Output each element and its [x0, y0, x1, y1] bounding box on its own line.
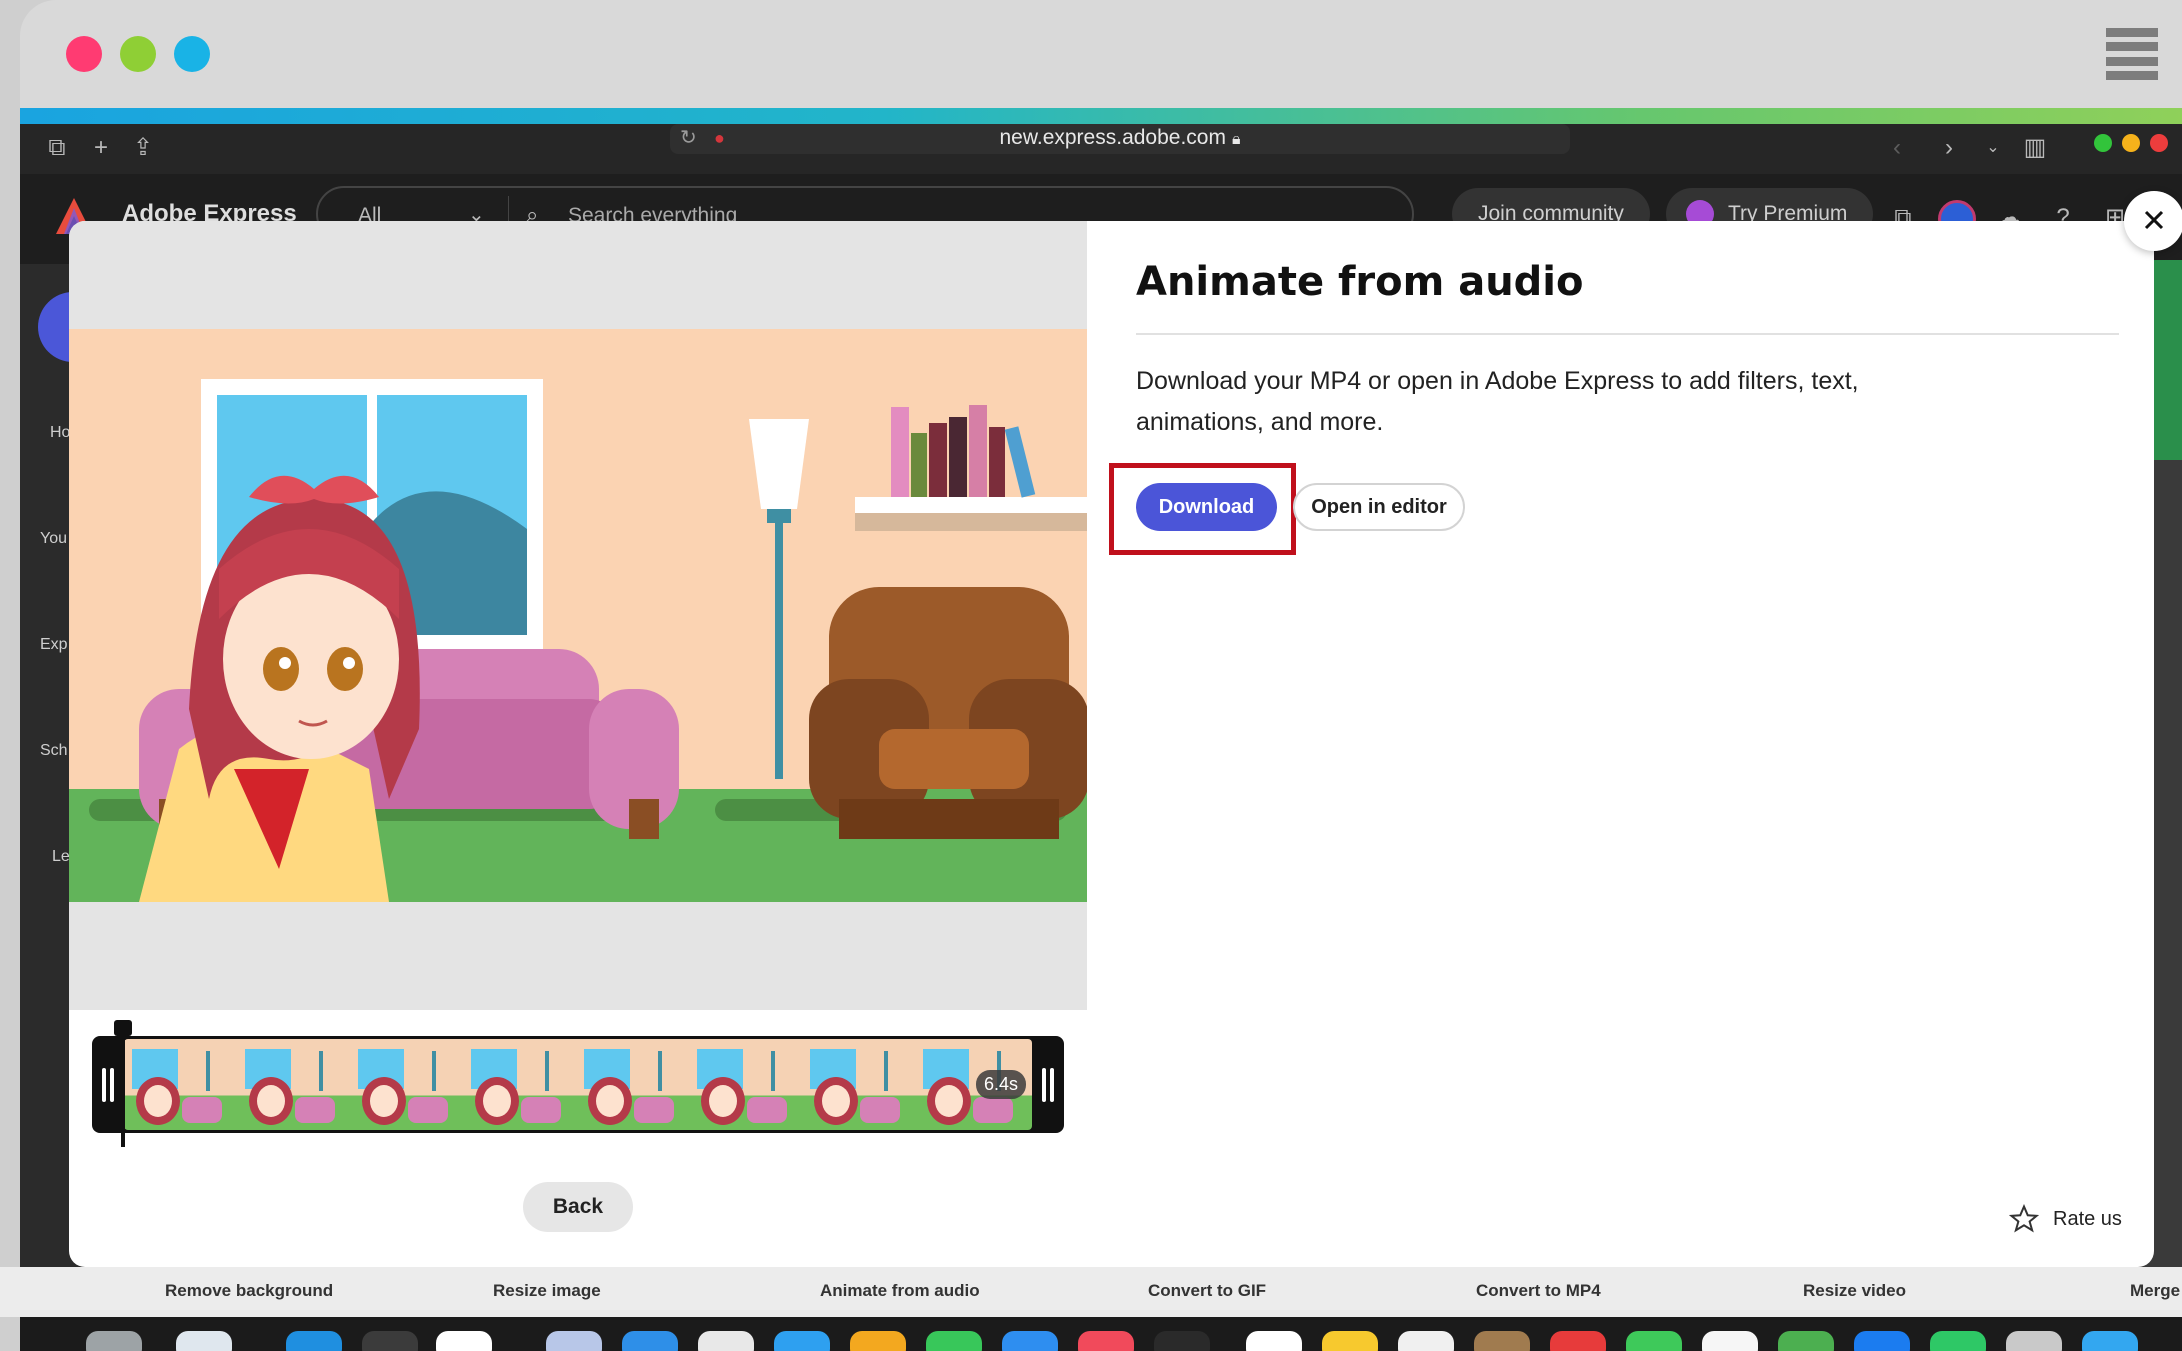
telegram-icon[interactable] — [2082, 1331, 2138, 1351]
close-modal-button[interactable] — [2124, 191, 2182, 251]
star-icon — [2009, 1204, 2039, 1233]
quick-actions-bar: Remove background Resize image Animate f… — [0, 1267, 2182, 1317]
quick-tool-merge[interactable]: Merge — [2130, 1281, 2180, 1301]
mic-icon[interactable]: ● — [714, 124, 725, 152]
preview-app-icon[interactable] — [176, 1331, 232, 1351]
animate-audio-modal: 6.4s Back Animate from audio Download yo… — [69, 221, 2154, 1267]
forward-nav-icon[interactable]: › — [1934, 134, 1964, 162]
rail-schedule[interactable]: Sch — [40, 742, 68, 760]
whatsapp-icon[interactable] — [1930, 1331, 1986, 1351]
video-timeline[interactable]: 6.4s — [92, 1020, 1064, 1147]
launchpad-icon[interactable] — [362, 1331, 418, 1351]
chrome-icon[interactable] — [436, 1331, 492, 1351]
address-bar[interactable]: ↻ ● new.express.adobe.com 🔒︎ — [670, 124, 1570, 154]
rate-us-button[interactable]: Rate us — [2009, 1204, 2122, 1234]
menu-icon[interactable] — [2106, 28, 2158, 80]
contacts-icon[interactable] — [1398, 1331, 1454, 1351]
modal-description: Download your MP4 or open in Adobe Expre… — [1136, 367, 1859, 436]
video-preview — [69, 221, 1087, 1010]
photos-icon[interactable] — [1702, 1331, 1758, 1351]
calendar-icon[interactable] — [1550, 1331, 1606, 1351]
playhead-knob[interactable] — [114, 1020, 132, 1036]
background-panel-accent — [2154, 260, 2182, 460]
quick-tool-convert-mp4[interactable]: Convert to MP4 — [1476, 1281, 1601, 1301]
rail-home[interactable]: Ho — [50, 424, 70, 442]
sidebar-toggle-icon[interactable]: ▥ — [2020, 134, 2050, 162]
timeline-frames — [124, 1039, 1032, 1130]
trim-end-handle[interactable] — [1032, 1036, 1064, 1133]
quick-tool-convert-gif[interactable]: Convert to GIF — [1148, 1281, 1266, 1301]
stickies-icon[interactable] — [1322, 1331, 1378, 1351]
download-button[interactable]: Download — [1136, 483, 1277, 531]
numbers-icon[interactable] — [926, 1331, 982, 1351]
zoom-window-dot[interactable] — [174, 36, 210, 72]
new-tab-icon[interactable]: + — [86, 134, 116, 162]
quick-tool-animate-audio[interactable]: Animate from audio — [820, 1281, 980, 1301]
minimize-window-dot[interactable] — [120, 36, 156, 72]
rail-learn[interactable]: Le — [52, 848, 70, 866]
trim-start-handle[interactable] — [92, 1036, 124, 1133]
rail-your-stuff[interactable]: You — [40, 530, 67, 548]
duration-badge: 6.4s — [975, 1070, 1026, 1099]
quick-tool-resize-video[interactable]: Resize video — [1803, 1281, 1906, 1301]
photos-app-icon[interactable] — [850, 1331, 906, 1351]
keynote-icon[interactable] — [1002, 1331, 1058, 1351]
history-chevron-icon[interactable]: ⌄ — [1978, 134, 2008, 162]
timeline-thumbnails-image — [132, 1049, 1013, 1125]
zoom-icon[interactable] — [1854, 1331, 1910, 1351]
animated-scene-image — [69, 329, 1087, 902]
quick-tool-resize-image[interactable]: Resize image — [493, 1281, 601, 1301]
modal-title: Animate from audio — [1136, 259, 1584, 305]
macos-dock — [20, 1317, 2182, 1351]
close-window-dot[interactable] — [66, 36, 102, 72]
quick-tool-remove-background[interactable]: Remove background — [165, 1281, 333, 1301]
mini-window-dots — [2094, 134, 2168, 152]
back-nav-icon[interactable]: ‹ — [1882, 134, 1912, 162]
reload-icon[interactable]: ↻ — [680, 124, 697, 152]
app-store-icon[interactable] — [286, 1331, 342, 1351]
share-icon[interactable]: ⇪ — [128, 134, 158, 162]
messages-icon[interactable] — [1626, 1331, 1682, 1351]
notes-icon[interactable] — [1246, 1331, 1302, 1351]
music-icon[interactable] — [1078, 1331, 1134, 1351]
window-controls — [66, 36, 210, 72]
url-text: new.express.adobe.com — [999, 126, 1226, 149]
books-icon[interactable] — [1474, 1331, 1530, 1351]
terminal-icon[interactable] — [1154, 1331, 1210, 1351]
modal-info-panel: Animate from audio Download your MP4 or … — [1087, 221, 2154, 1267]
open-in-editor-button[interactable]: Open in editor — [1293, 483, 1465, 531]
tab-overview-icon[interactable]: ⧉ — [42, 134, 72, 162]
safari-toolbar: ⧉ + ⇪ ↻ ● new.express.adobe.com 🔒︎ ‹ › ⌄ … — [20, 124, 2182, 174]
lock-icon: 🔒︎ — [1231, 131, 1241, 148]
settings-icon[interactable] — [698, 1331, 754, 1351]
utilities-icon[interactable] — [2006, 1331, 2062, 1351]
trash-icon[interactable] — [86, 1331, 142, 1351]
safari-icon[interactable] — [622, 1331, 678, 1351]
mail-icon[interactable] — [774, 1331, 830, 1351]
rail-explore[interactable]: Exp — [40, 636, 68, 654]
close-icon — [2144, 210, 2164, 229]
finder-icon[interactable] — [546, 1331, 602, 1351]
back-button[interactable]: Back — [523, 1182, 633, 1232]
playhead[interactable] — [121, 1022, 125, 1147]
title-divider — [1136, 333, 2119, 335]
maps-icon[interactable] — [1778, 1331, 1834, 1351]
accent-color-bar — [20, 108, 2182, 124]
